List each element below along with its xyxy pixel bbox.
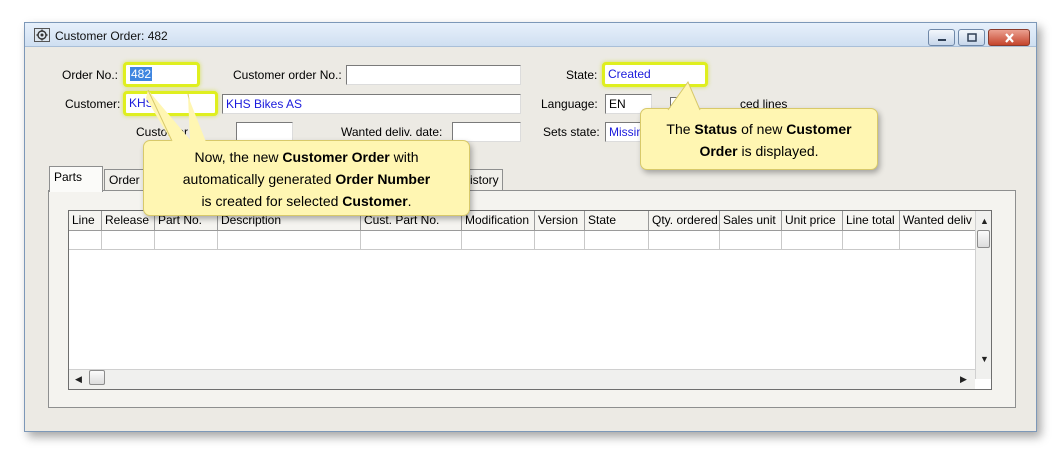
wanted-deliv-date-label: Wanted deliv. date: <box>341 125 443 139</box>
minimize-button[interactable] <box>928 29 955 46</box>
column-header-qty-ordered[interactable]: Qty. ordered <box>649 211 720 231</box>
table-cell[interactable] <box>155 231 218 250</box>
callout-text: automatically generated <box>182 171 336 187</box>
callout-text: of new <box>737 121 787 137</box>
horizontal-scroll-thumb[interactable] <box>89 370 105 385</box>
table-cell[interactable] <box>218 231 361 250</box>
order-no-label: Order No.: <box>62 68 119 82</box>
wanted-deliv-date-field[interactable] <box>452 122 521 142</box>
callout-pointer-order <box>146 89 206 142</box>
callout-text: Now, the new <box>194 149 283 165</box>
scroll-up-icon[interactable]: ▲ <box>980 216 989 226</box>
state-label: State: <box>566 68 598 82</box>
maximize-button[interactable] <box>958 29 985 46</box>
callout-bold-text: Customer Order <box>282 149 390 165</box>
table-cell[interactable] <box>900 231 975 250</box>
vertical-scroll-thumb[interactable] <box>977 230 990 248</box>
customer-order-no-field[interactable] <box>346 65 521 85</box>
column-header-version[interactable]: Version <box>535 211 585 231</box>
callout-text: The <box>666 121 695 137</box>
callout-text: is displayed. <box>737 143 819 159</box>
table-cell[interactable] <box>535 231 585 250</box>
horizontal-scrollbar[interactable] <box>69 369 975 389</box>
customer-date-field[interactable] <box>236 122 293 142</box>
window-title: Customer Order: 482 <box>55 29 168 43</box>
close-icon <box>1004 32 1014 43</box>
column-header-sales-unit[interactable]: Sales unit <box>720 211 782 231</box>
maximize-icon <box>966 33 977 42</box>
column-header-modification[interactable]: Modification <box>462 211 535 231</box>
customer-name-field: KHS Bikes AS <box>222 94 521 114</box>
callout-pointer-status <box>667 80 701 111</box>
sets-state-label: Sets state: <box>543 125 600 139</box>
customer-order-no-label: Customer order No.: <box>233 68 342 82</box>
column-header-unit-price[interactable]: Unit price <box>782 211 843 231</box>
title-bar <box>25 23 1036 47</box>
table-cell[interactable] <box>69 231 102 250</box>
status-callout: The Status of new Customer Order is disp… <box>640 108 878 170</box>
tab-parts[interactable]: Parts <box>49 166 103 192</box>
column-header-line[interactable]: Line <box>69 211 102 231</box>
table-cell[interactable] <box>102 231 155 250</box>
scroll-right-icon[interactable]: ▶ <box>960 374 967 384</box>
callout-bold-text: Status <box>694 121 738 137</box>
table-cell[interactable] <box>782 231 843 250</box>
callout-bold-text: Order <box>699 143 738 159</box>
minimize-icon <box>937 38 946 41</box>
column-header-line-total[interactable]: Line total <box>843 211 900 231</box>
order-created-callout: Now, the new Customer Order with automat… <box>143 140 470 216</box>
table-cell[interactable] <box>720 231 782 250</box>
callout-bold-text: Customer <box>786 121 852 137</box>
column-header-state[interactable]: State <box>585 211 649 231</box>
close-button[interactable] <box>988 29 1030 46</box>
callout-bold-text: Order Number <box>335 171 431 187</box>
callout-text: is created for selected <box>201 193 343 209</box>
table-cell[interactable] <box>649 231 720 250</box>
scroll-down-icon[interactable]: ▼ <box>980 354 989 364</box>
table-cell[interactable] <box>843 231 900 250</box>
callout-bold-text: Customer <box>342 193 408 209</box>
callout-text: . <box>407 193 412 209</box>
customer-label: Customer: <box>65 97 121 111</box>
table-cell[interactable] <box>585 231 649 250</box>
tab-order-info[interactable]: Order i <box>104 169 144 191</box>
app-icon <box>34 28 50 42</box>
table-cell[interactable] <box>361 231 462 250</box>
column-header-wanted-deliv[interactable]: Wanted deliv <box>900 211 975 231</box>
table-cell[interactable] <box>462 231 535 250</box>
language-label: Language: <box>541 97 598 111</box>
scroll-left-icon[interactable]: ◀ <box>75 374 82 384</box>
callout-text: with <box>389 149 419 165</box>
